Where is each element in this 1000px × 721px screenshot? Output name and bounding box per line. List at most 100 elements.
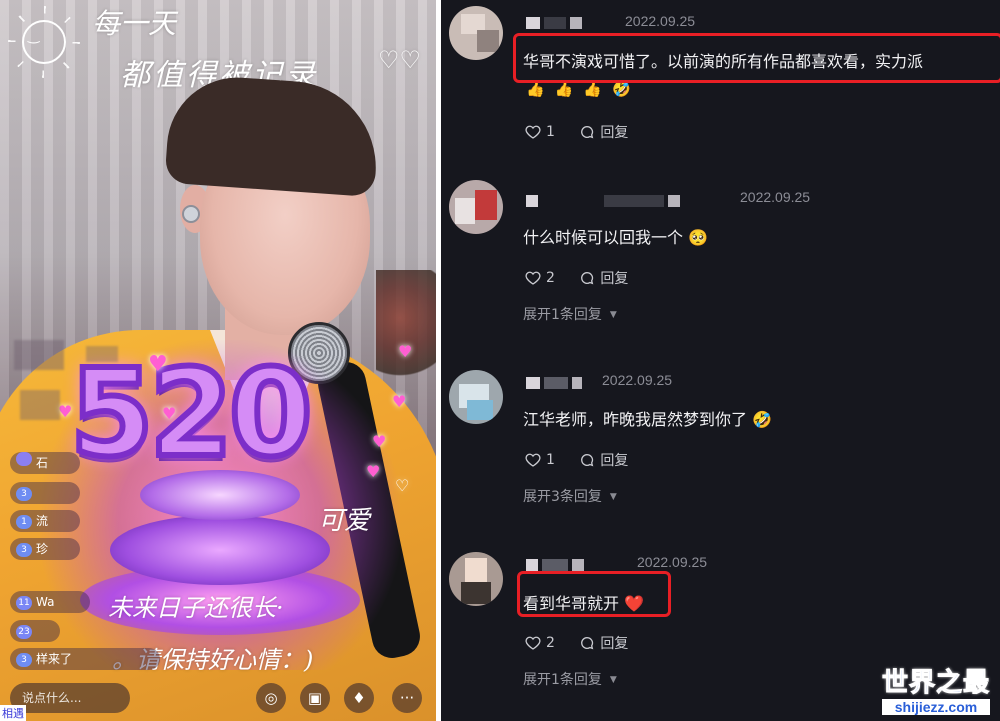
- like-count: 2: [546, 635, 555, 651]
- heart-icon: ♥: [162, 404, 177, 423]
- heart-icon: ♥: [366, 462, 381, 481]
- expand-replies-button[interactable]: 展开1条回复 ▼: [523, 669, 617, 689]
- like-button[interactable]: 2: [525, 270, 555, 286]
- chat-row-text: 珍: [36, 542, 49, 556]
- comment-date: 2022.09.25: [625, 13, 696, 29]
- comment-actions: 1 回复: [525, 122, 648, 142]
- comment-text: 什么时候可以回我一个 🥺: [523, 228, 709, 247]
- live-stream-panel: ‿ 每一天 都值得被记录 ♡♡ 520 ♥ ♥ ♥ ♥ ♥ ♥ ♥ ♡ 可爱 未…: [0, 0, 436, 721]
- heart-outline-icon: [525, 125, 541, 139]
- blurred-chat-name: [86, 346, 118, 362]
- present-icon[interactable]: ♦: [344, 683, 374, 713]
- chat-row-text: 石: [36, 456, 49, 470]
- chat-level-badge: 1: [16, 515, 32, 529]
- avatar[interactable]: [449, 370, 503, 424]
- like-button[interactable]: 1: [525, 124, 555, 140]
- expand-label: 展开3条回复: [523, 489, 602, 505]
- site-watermark: 世界之最 shijiezz.com: [881, 662, 990, 715]
- chat-row[interactable]: 3珍: [10, 538, 80, 560]
- share-icon[interactable]: ◎: [256, 683, 286, 713]
- expand-label: 展开1条回复: [523, 307, 602, 323]
- in-ear-monitor-icon: [182, 205, 200, 223]
- username-masked[interactable]: [526, 12, 586, 30]
- comment-actions: 2 回复: [525, 268, 648, 288]
- reply-label: 回复: [600, 125, 629, 141]
- blurred-chat-avatar: [14, 340, 64, 370]
- avatar[interactable]: [449, 552, 503, 606]
- gift-520-number: 520: [67, 345, 315, 484]
- blurred-chat-avatar: [20, 390, 60, 420]
- reply-label: 回复: [600, 453, 629, 469]
- heart-outline-icon: ♡: [395, 476, 410, 495]
- expand-label: 展开1条回复: [523, 672, 602, 688]
- avatar[interactable]: [449, 180, 503, 234]
- chat-level-badge: 11: [16, 596, 32, 610]
- gift-box-icon[interactable]: ▣: [300, 683, 330, 713]
- like-count: 1: [546, 452, 555, 468]
- reply-button[interactable]: 回复: [579, 633, 628, 653]
- reply-button[interactable]: 回复: [579, 268, 628, 288]
- doodle-hearts-icon: ♡♡: [378, 46, 422, 74]
- comment-date: 2022.09.25: [740, 189, 811, 205]
- chat-row[interactable]: 1流: [10, 510, 80, 532]
- username-masked[interactable]: [526, 190, 684, 208]
- reply-bubble-icon: [581, 636, 594, 650]
- chat-level-badge: 3: [16, 487, 32, 501]
- heart-outline-icon: [525, 453, 541, 467]
- reply-button[interactable]: 回复: [579, 122, 628, 142]
- heart-icon: ♥: [372, 432, 387, 451]
- chat-row[interactable]: 石: [10, 452, 80, 474]
- comment-actions: 1 回复: [525, 450, 648, 470]
- reply-label: 回复: [600, 636, 629, 652]
- heart-outline-icon: [525, 636, 541, 650]
- comment-date: 2022.09.25: [602, 372, 673, 388]
- caption-cute: 可爱: [318, 506, 371, 536]
- caption-future: 未来日子还很长·: [108, 594, 284, 622]
- chat-row-text: 样来了: [36, 652, 73, 666]
- overlay-text-everyday: 每一天: [92, 7, 177, 40]
- chat-level-badge: 3: [16, 543, 32, 557]
- like-count: 1: [546, 124, 555, 140]
- say-something-input[interactable]: [10, 683, 130, 713]
- reply-bubble-icon: [581, 271, 594, 285]
- chat-row[interactable]: 3: [10, 482, 80, 504]
- caret-down-icon: ▼: [609, 492, 617, 502]
- caret-down-icon: ▼: [609, 675, 617, 685]
- comment-actions: 2 回复: [525, 633, 648, 653]
- chat-row-text: 流: [36, 514, 49, 528]
- reply-label: 回复: [600, 271, 629, 287]
- username-masked[interactable]: [526, 372, 586, 390]
- expand-replies-button[interactable]: 展开1条回复 ▼: [523, 304, 617, 324]
- avatar[interactable]: [449, 6, 503, 60]
- highlight-box: [513, 33, 1000, 83]
- more-icon[interactable]: ···: [392, 683, 422, 713]
- like-button[interactable]: 1: [525, 452, 555, 468]
- chat-row[interactable]: 11 Wa: [10, 591, 90, 613]
- heart-icon: ♥: [392, 392, 407, 411]
- reply-button[interactable]: 回复: [579, 450, 628, 470]
- chat-level-badge: 3: [16, 653, 32, 667]
- comments-panel: 2022.09.25 华哥不演戏可惜了。以前演的所有作品都喜欢看，实力派 👍👍👍…: [441, 0, 1000, 721]
- expand-replies-button[interactable]: 展开3条回复 ▼: [523, 486, 617, 506]
- corner-label: 相遇: [0, 705, 26, 721]
- sun-face-icon: ‿: [28, 28, 40, 44]
- caret-down-icon: ▼: [609, 310, 617, 320]
- reply-bubble-icon: [581, 453, 594, 467]
- chat-level-badge: 23: [16, 625, 32, 639]
- highlight-box: [517, 571, 671, 617]
- watermark-title: 世界之最: [881, 668, 990, 699]
- heart-icon: ♥: [398, 342, 413, 361]
- like-count: 2: [546, 270, 555, 286]
- chat-row[interactable]: 3 样来了: [10, 648, 160, 670]
- comment-text: 江华老师，昨晚我居然梦到你了 🤣: [523, 410, 773, 429]
- chat-level-badge: [16, 452, 32, 466]
- username-masked[interactable]: [526, 554, 588, 572]
- watermark-site: shijiezz.com: [881, 699, 990, 715]
- heart-icon: ♥: [58, 402, 73, 421]
- comment-date: 2022.09.25: [637, 554, 708, 570]
- chat-row[interactable]: 23: [10, 620, 60, 642]
- heart-icon: ♥: [148, 352, 168, 377]
- heart-outline-icon: [525, 271, 541, 285]
- chat-row-text: Wa: [36, 595, 55, 609]
- like-button[interactable]: 2: [525, 635, 555, 651]
